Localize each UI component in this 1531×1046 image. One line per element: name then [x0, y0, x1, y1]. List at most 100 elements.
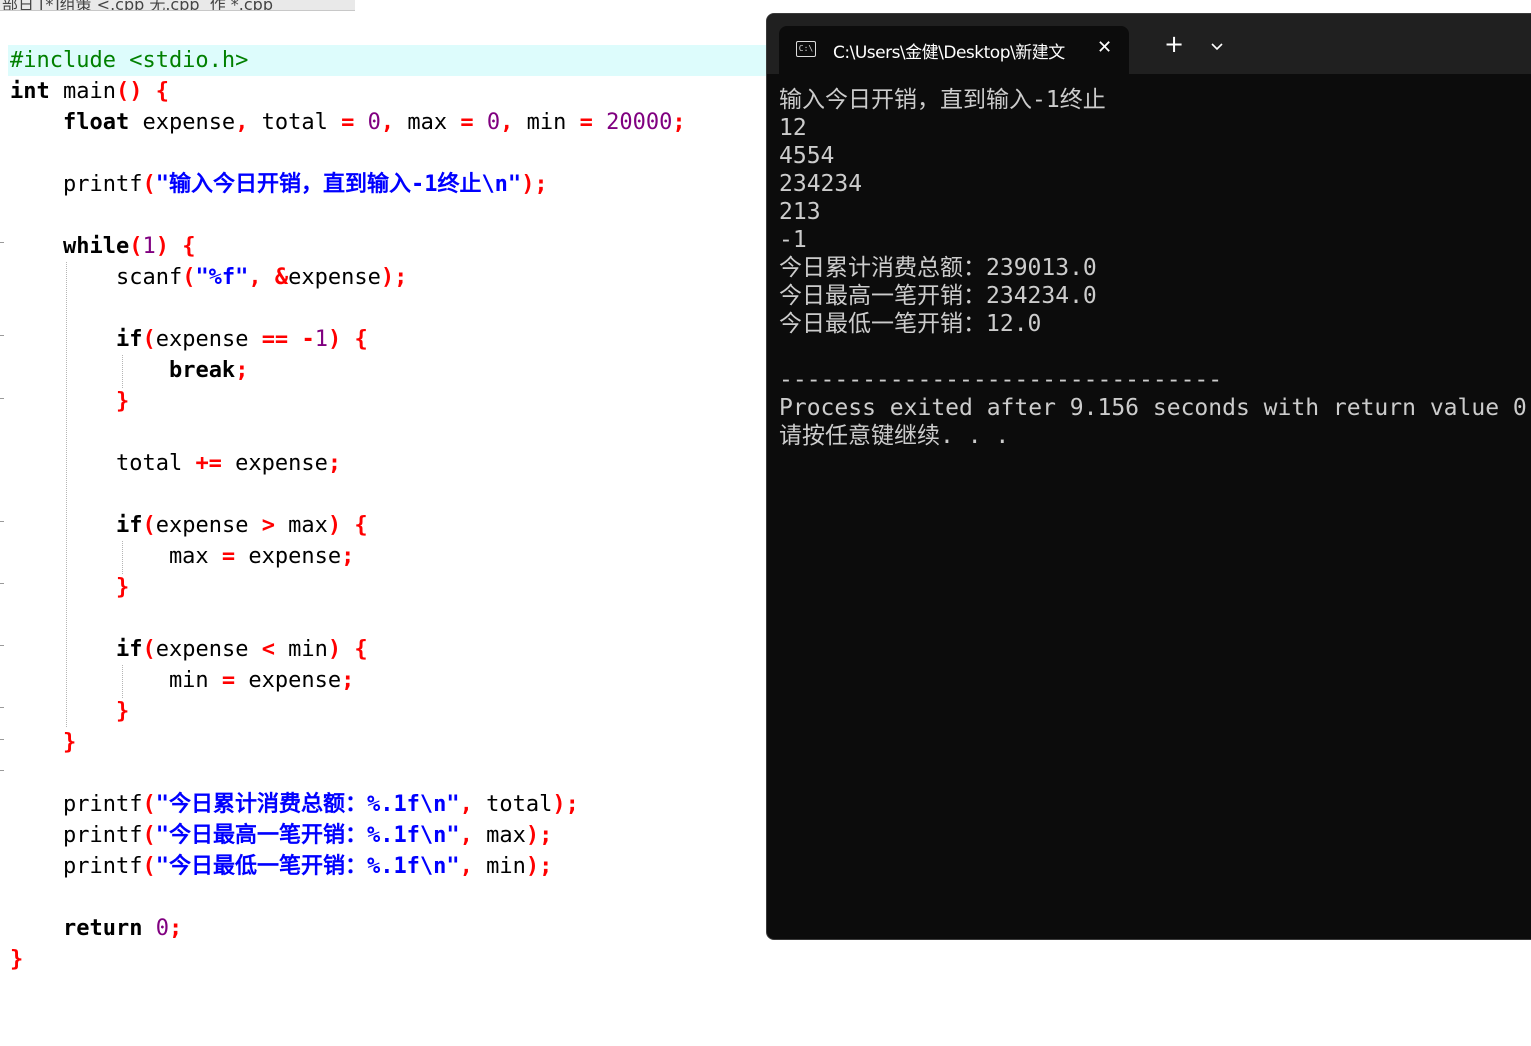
code-token: return [62, 916, 143, 941]
code-token: ; [341, 668, 355, 693]
fold-marker[interactable] [0, 770, 4, 771]
fold-marker[interactable] [0, 521, 4, 522]
code-token: ); [521, 172, 548, 197]
terminal-output-line: 213 [779, 199, 821, 225]
code-token: = [221, 544, 236, 569]
code-token: { [354, 327, 368, 352]
code-token: "今日最高一笔开销：%.1f\n" [155, 823, 460, 848]
code-line[interactable] [10, 417, 686, 448]
code-line[interactable] [10, 138, 686, 169]
terminal-tab[interactable]: C:\ C:\Users\金健\Desktop\新建文 ✕ [779, 26, 1129, 74]
code-token: ; [168, 916, 183, 941]
code-line[interactable]: } [10, 727, 686, 758]
code-line[interactable] [10, 603, 686, 634]
code-token: } [10, 947, 24, 972]
code-token: { [354, 513, 368, 538]
code-line[interactable]: printf("今日最低一笔开销：%.1f\n", min); [10, 851, 686, 882]
code-line[interactable]: break; [10, 355, 686, 386]
code-line[interactable] [10, 882, 686, 913]
code-token: expense [288, 265, 381, 290]
code-token: max [394, 110, 461, 135]
fold-marker[interactable] [0, 707, 4, 708]
code-token: min [274, 637, 328, 662]
code-line[interactable]: } [10, 944, 686, 975]
chevron-down-icon[interactable] [1211, 36, 1223, 51]
code-token: printf [10, 172, 143, 197]
code-line[interactable]: if(expense < min) { [10, 634, 686, 665]
fold-marker[interactable] [0, 242, 4, 243]
code-token: max [10, 544, 222, 569]
code-line[interactable]: while(1) { [10, 231, 686, 262]
code-line[interactable]: #include <stdio.h> [10, 45, 686, 76]
fold-marker[interactable] [0, 583, 4, 584]
code-token: total [472, 792, 553, 817]
code-token: ; [341, 544, 355, 569]
code-token: ) [327, 513, 342, 538]
code-token: "今日累计消费总额：%.1f\n" [155, 792, 460, 817]
code-line[interactable]: if(expense > max) { [10, 510, 686, 541]
code-token: 1 [142, 234, 156, 259]
terminal-output-line: Process exited after 9.156 seconds with … [779, 395, 1527, 421]
code-token: expense [155, 513, 262, 538]
code-line[interactable]: min = expense; [10, 665, 686, 696]
code-token: total [10, 451, 196, 476]
close-tab-icon[interactable]: ✕ [1097, 37, 1112, 58]
terminal-output-line: 12 [779, 115, 807, 141]
terminal-titlebar[interactable]: C:\ C:\Users\金健\Desktop\新建文 ✕ + [767, 14, 1531, 74]
code-token: ( [142, 854, 156, 879]
terminal-tab-title: C:\Users\金健\Desktop\新建文 [833, 43, 1065, 63]
code-line[interactable]: if(expense == -1) { [10, 324, 686, 355]
code-token: , [380, 110, 395, 135]
code-token: == [261, 327, 289, 352]
code-token: while [62, 234, 130, 259]
code-line[interactable] [10, 758, 686, 789]
code-line[interactable]: } [10, 572, 686, 603]
source-code[interactable]: #include <stdio.h> int main() { float exp… [10, 45, 686, 975]
fold-marker[interactable] [0, 335, 4, 336]
fold-marker[interactable] [0, 739, 4, 740]
code-token: printf [10, 792, 143, 817]
code-line[interactable]: int main() { [10, 76, 686, 107]
code-line[interactable]: printf("今日累计消费总额：%.1f\n", total); [10, 789, 686, 820]
code-token: "今日最低一笔开销：%.1f\n" [155, 854, 460, 879]
code-token: printf [10, 823, 143, 848]
code-token: 0 [486, 110, 501, 135]
code-line[interactable] [10, 293, 686, 324]
code-token: , [459, 854, 473, 879]
code-token: expense [155, 327, 262, 352]
editor-tab-strip[interactable]: 部日 [*]组策 <.cpp 无.cpp 作 *.cpp [0, 0, 355, 11]
code-token: "输入今日开销，直到输入-1终止\n" [155, 172, 522, 197]
code-line[interactable]: scanf("%f", &expense); [10, 262, 686, 293]
code-token: ) [327, 637, 342, 662]
code-token: min [513, 110, 580, 135]
code-line[interactable]: max = expense; [10, 541, 686, 572]
code-line[interactable]: printf("今日最高一笔开销：%.1f\n", max); [10, 820, 686, 851]
code-line[interactable]: return 0; [10, 913, 686, 944]
new-tab-icon[interactable]: + [1164, 32, 1184, 56]
fold-marker[interactable] [0, 645, 4, 646]
code-line[interactable]: float expense, total = 0, max = 0, min =… [10, 107, 686, 138]
code-line[interactable] [10, 200, 686, 231]
editor-tabs-label[interactable]: 部日 [*]组策 <.cpp 无.cpp 作 *.cpp [2, 0, 273, 10]
code-line[interactable]: } [10, 696, 686, 727]
code-token: main [49, 79, 116, 104]
code-token: & [274, 265, 289, 290]
code-line[interactable]: printf("输入今日开销，直到输入-1终止\n"); [10, 169, 686, 200]
terminal-window[interactable]: C:\ C:\Users\金健\Desktop\新建文 ✕ + 输入今日开销，直… [766, 13, 1531, 940]
fold-marker[interactable] [0, 398, 4, 399]
code-line[interactable] [10, 479, 686, 510]
editor-gutter [0, 30, 8, 1046]
code-line[interactable]: total += expense; [10, 448, 686, 479]
code-line[interactable]: } [10, 386, 686, 417]
terminal-output[interactable]: 输入今日开销，直到输入-1终止 12 4554 234234 213 -1 今日累计消费总额… [779, 86, 1527, 450]
terminal-output-line: 输入今日开销，直到输入-1终止 [779, 87, 1106, 113]
code-token: scanf [10, 265, 183, 290]
terminal-output-line: -1 [779, 227, 807, 253]
